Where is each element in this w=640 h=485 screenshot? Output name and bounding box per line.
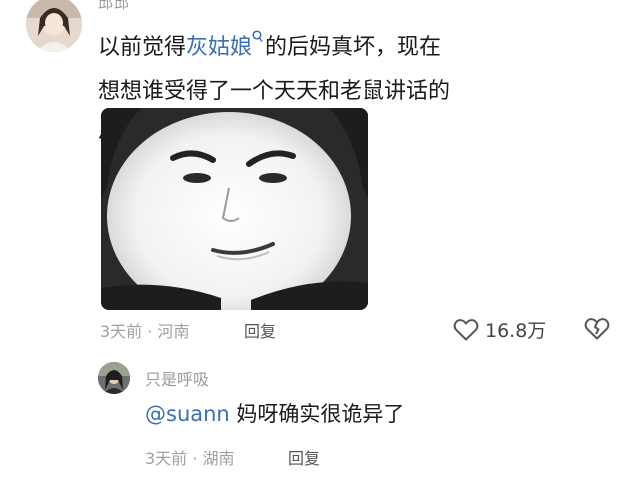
meta-separator: · [147,322,153,341]
reply-username[interactable]: 只是呼吸 [145,366,209,390]
meme-image[interactable] [101,108,368,310]
meme-face-graphic [101,108,368,310]
heart-icon [453,318,479,340]
reply-body: 妈呀确实很诡异了 [229,402,405,426]
reply-avatar[interactable] [98,362,130,394]
commenter-username[interactable]: 邱邱 [98,0,130,13]
reply-location: 湖南 [202,449,235,468]
keyword-link[interactable]: 灰姑娘 [186,35,252,60]
reply-button[interactable]: 回复 [244,318,276,342]
reply-text: @suann 妈呀确实很诡异了 [145,398,404,428]
commenter-avatar[interactable] [26,0,82,52]
like-button[interactable]: 16.8万 [453,316,546,343]
dislike-button[interactable] [584,317,610,345]
mention-link[interactable]: @suann [145,402,230,426]
comment-time: 3天前 [100,322,143,341]
avatar-photo [26,0,82,52]
like-count: 16.8万 [485,320,547,342]
comment-text-before: 以前觉得 [98,35,187,60]
reply-avatar-photo [98,362,130,394]
reply-meta-separator: · [192,449,198,468]
reply-reply-button[interactable]: 回复 [288,445,320,469]
reply-meta: 3天前 · 湖南 回复 [145,445,320,469]
comment-location: 河南 [157,322,190,341]
broken-heart-icon [584,318,610,340]
search-icon[interactable] [252,30,263,43]
comment-meta: 3天前 · 河南 回复 [100,318,276,342]
reply-time: 3天前 [145,449,188,468]
